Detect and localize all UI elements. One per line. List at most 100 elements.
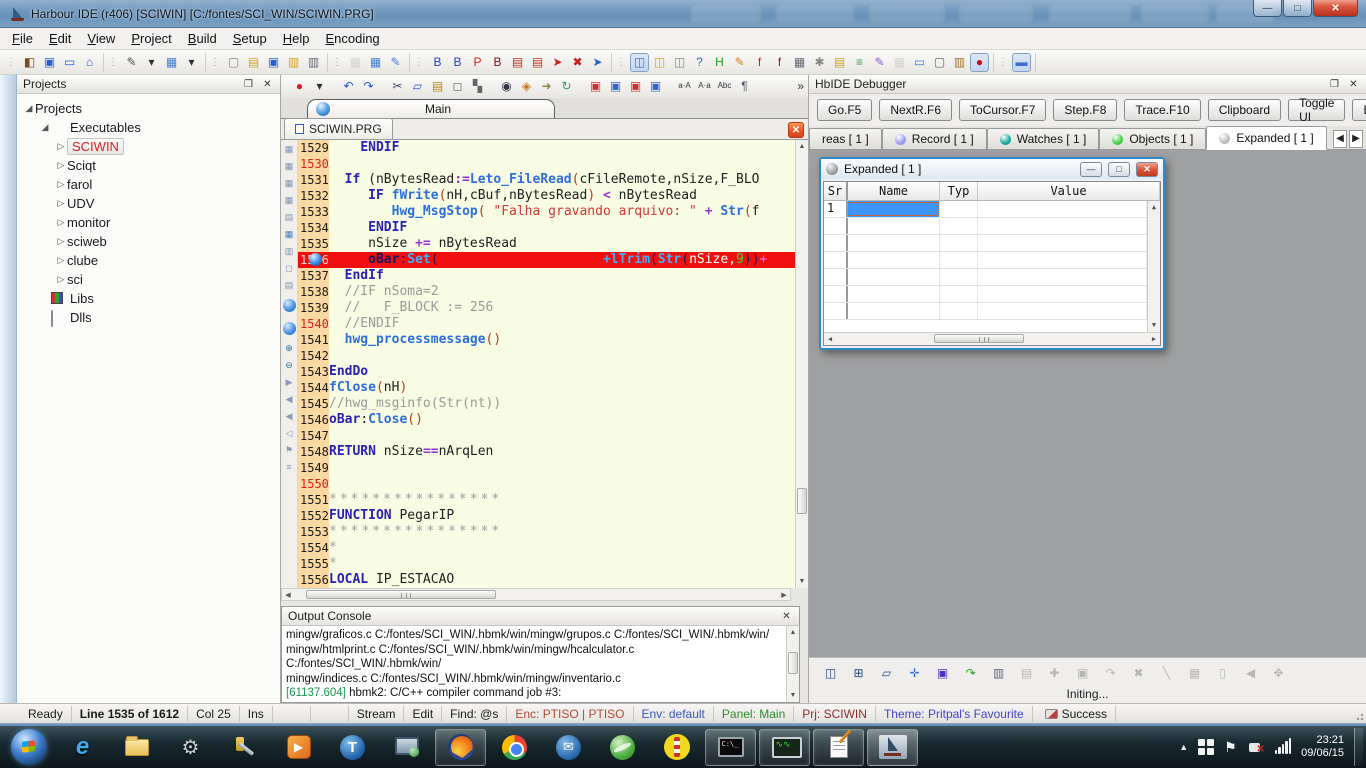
select-block-icon[interactable]: ◻: [448, 77, 467, 96]
cell-name[interactable]: [848, 218, 940, 234]
close-button[interactable]: ✕: [1313, 0, 1358, 17]
zoom-in-icon[interactable]: ⊕: [283, 342, 296, 355]
expanded-window[interactable]: Expanded [ 1 ] — □ ✕ SrNameTypValue 1 ▲ …: [819, 157, 1165, 350]
sphere-blue2-icon[interactable]: [283, 322, 296, 335]
windows-update-icon[interactable]: [1198, 739, 1214, 755]
code-line[interactable]: 1552FUNCTION PegarIP: [298, 508, 795, 524]
maximize-button[interactable]: □: [1283, 0, 1312, 17]
column-header-value[interactable]: Value: [978, 182, 1160, 200]
stop-build-icon[interactable]: ✖: [568, 53, 587, 72]
find-in-files-icon[interactable]: ✎: [870, 53, 889, 72]
messenger-sphere-icon[interactable]: [597, 729, 648, 766]
print-icon[interactable]: ▥: [989, 663, 1008, 682]
column-header-sr[interactable]: Sr: [824, 182, 848, 200]
compile-io-icon[interactable]: B: [488, 53, 507, 72]
dock-icon[interactable]: ❐: [242, 79, 255, 90]
debugger-button-clipboard[interactable]: Clipboard: [1208, 99, 1281, 121]
highlight-icon[interactable]: ◈: [517, 77, 536, 96]
clipboard-icon[interactable]: ▯: [1213, 663, 1232, 682]
network-disconnected-icon[interactable]: [1247, 739, 1265, 755]
panel-grid3-icon[interactable]: ▦: [283, 177, 296, 190]
copy-icon[interactable]: ▱: [408, 77, 427, 96]
flag-icon[interactable]: ⚑: [283, 444, 296, 457]
refresh-icon[interactable]: ↷: [961, 663, 980, 682]
window-icon[interactable]: ▭: [60, 53, 79, 72]
maximize-icon[interactable]: ✥: [1269, 663, 1288, 682]
resize-grip[interactable]: [1354, 711, 1364, 721]
tree-item-executables[interactable]: ◢Executables: [19, 118, 278, 137]
code-area[interactable]: 1529 ENDIF15301531 If (nBytesRead:=Leto_…: [298, 140, 795, 588]
editor-vertical-scrollbar[interactable]: ▲ ▼: [795, 140, 808, 588]
cell-name[interactable]: [848, 269, 940, 285]
menu-item-file[interactable]: File: [4, 29, 41, 48]
dropdown-caret-icon[interactable]: ▾: [310, 77, 329, 96]
code-line[interactable]: 1536 oBar:Set( +lTrim(Str(nSize,9))+: [298, 252, 795, 268]
tree-item-farol[interactable]: ▷farol: [19, 175, 278, 194]
tree-item-libs[interactable]: Libs: [19, 289, 278, 308]
signal-strength-icon[interactable]: [1275, 740, 1292, 754]
panel-mid-icon[interactable]: ◫: [650, 53, 669, 72]
menu-item-help[interactable]: Help: [275, 29, 318, 48]
cut-icon[interactable]: ✂: [388, 77, 407, 96]
notepad-icon[interactable]: [813, 729, 864, 766]
services-icon[interactable]: ⚙: [165, 729, 216, 766]
code-line[interactable]: 1543EndDo: [298, 364, 795, 380]
redo-icon[interactable]: ↷: [1101, 663, 1120, 682]
list-icon[interactable]: ≡: [283, 461, 296, 474]
toolbar-overflow-icon[interactable]: »: [797, 79, 804, 93]
admin-tools-icon[interactable]: [219, 729, 270, 766]
cell-name[interactable]: [848, 286, 940, 302]
panel-table-icon[interactable]: ▦: [283, 228, 296, 241]
print-icon[interactable]: ▥: [304, 53, 323, 72]
window-list-icon[interactable]: ▭: [910, 53, 929, 72]
dropdown-caret-icon[interactable]: ▾: [182, 53, 201, 72]
function-tags-icon[interactable]: f: [770, 53, 789, 72]
tab-scroll-right-icon[interactable]: ▶: [1349, 130, 1363, 148]
tree-item-sciqt[interactable]: ▷Sciqt: [19, 156, 278, 175]
panel-grid-icon[interactable]: ▦: [283, 143, 296, 156]
save-icon[interactable]: ▣: [1073, 663, 1092, 682]
code-line[interactable]: 1539 // F_BLOCK := 256: [298, 300, 795, 316]
tree-item-dlls[interactable]: Dlls: [19, 308, 278, 327]
dropdown-caret-icon[interactable]: ▾: [142, 53, 161, 72]
action-center-flag-icon[interactable]: ⚑: [1224, 739, 1237, 756]
code-line[interactable]: 1548RETURN nSize==nArqLen: [298, 444, 795, 460]
table-row[interactable]: [824, 286, 1147, 303]
code-line[interactable]: 1546oBar:Close(): [298, 412, 795, 428]
debugger-button-toggle-ui[interactable]: Toggle UI: [1288, 99, 1345, 121]
menu-item-encoding[interactable]: Encoding: [317, 29, 387, 48]
code-line[interactable]: 1535 nSize += nBytesRead: [298, 236, 795, 252]
tree-item-sci[interactable]: ▷sci: [19, 270, 278, 289]
scroll-thumb[interactable]: [306, 590, 496, 599]
table-icon[interactable]: ▦: [1185, 663, 1204, 682]
build-icon[interactable]: ▤: [508, 53, 527, 72]
table-row[interactable]: [824, 235, 1147, 252]
close-icon[interactable]: ✕: [780, 611, 793, 622]
compile-link-icon[interactable]: B: [448, 53, 467, 72]
tab-sciwin-prg[interactable]: SCIWIN.PRG: [284, 118, 393, 139]
code-line[interactable]: 1532 IF fWrite(nH,cBuf,nBytesRead) < nBy…: [298, 188, 795, 204]
code-line[interactable]: 1538 //IF nSoma=2: [298, 284, 795, 300]
bookmark-icon[interactable]: ▣: [606, 77, 625, 96]
minimize-icon[interactable]: —: [1080, 162, 1102, 177]
case-invert-icon[interactable]: Abc: [715, 77, 734, 96]
debugger-bug-icon[interactable]: ●: [970, 53, 989, 72]
redo-icon[interactable]: ↷: [359, 77, 378, 96]
properties-icon[interactable]: ▦: [790, 53, 809, 72]
debugger-button-nextr-f6[interactable]: NextR.F6: [879, 99, 952, 121]
column-header-name[interactable]: Name: [848, 182, 940, 200]
debugger-button-exit[interactable]: Exit: [1352, 99, 1366, 121]
table-row[interactable]: [824, 218, 1147, 235]
minimize-button[interactable]: —: [1253, 0, 1282, 17]
grid-icon[interactable]: ▦: [890, 53, 909, 72]
rebuild-icon[interactable]: ▤: [528, 53, 547, 72]
tray-expand-icon[interactable]: ▲: [1179, 742, 1188, 752]
cell-name[interactable]: [848, 252, 940, 268]
panel-right-icon[interactable]: ◫: [670, 53, 689, 72]
menu-item-build[interactable]: Build: [180, 29, 225, 48]
save-layout-icon[interactable]: ▣: [40, 53, 59, 72]
bookmark-clear-icon[interactable]: ▣: [646, 77, 665, 96]
teamviewer-icon[interactable]: T: [327, 729, 378, 766]
code-line[interactable]: 1549: [298, 460, 795, 476]
code-line[interactable]: 1530: [298, 156, 795, 172]
